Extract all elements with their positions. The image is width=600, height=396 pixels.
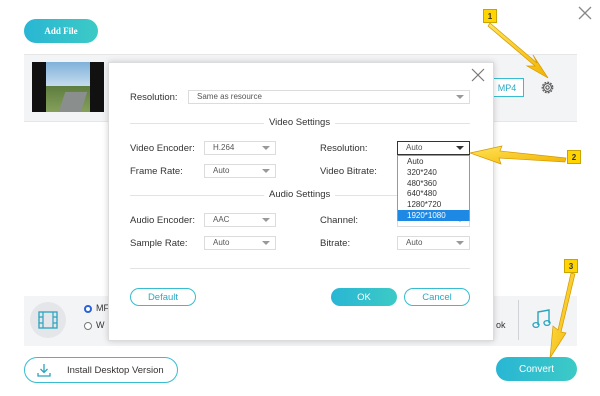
music-icon	[532, 309, 551, 329]
video-encoder-select[interactable]: H.264	[204, 141, 276, 155]
frame-rate-select[interactable]: Auto	[204, 164, 276, 178]
video-resolution-value: Auto	[406, 143, 423, 152]
format-radio-1[interactable]	[84, 305, 92, 313]
cancel-button[interactable]: Cancel	[404, 288, 470, 306]
audio-settings-heading: Audio Settings	[264, 189, 336, 200]
ok-button[interactable]: OK	[331, 288, 397, 306]
audio-encoder-value: AAC	[213, 215, 230, 224]
resolution-select[interactable]: Same as resource	[188, 90, 470, 104]
channel-label: Channel:	[320, 215, 359, 226]
resolution-label: Resolution:	[130, 92, 178, 103]
step-badge-3: 3	[564, 259, 578, 273]
install-label: Install Desktop Version	[67, 365, 164, 376]
resolution-option[interactable]: 1280*720	[398, 199, 469, 210]
video-thumbnail	[32, 62, 104, 112]
resolution-option[interactable]: 640*480	[398, 188, 469, 199]
video-resolution-label: Resolution:	[320, 143, 368, 154]
divider	[130, 268, 470, 269]
video-bitrate-label: Video Bitrate:	[320, 166, 377, 177]
video-format-icon	[30, 302, 66, 338]
default-button[interactable]: Default	[130, 288, 196, 306]
resolution-value: Same as resource	[197, 92, 262, 101]
frame-rate-value: Auto	[213, 166, 230, 175]
audio-encoder-select[interactable]: AAC	[204, 213, 276, 227]
video-resolution-select[interactable]: Auto	[397, 141, 470, 155]
video-encoder-value: H.264	[213, 143, 235, 152]
format-radio-2[interactable]	[84, 322, 92, 330]
resolution-option-selected[interactable]: 1920*1080	[398, 209, 469, 221]
step-badge-2: 2	[567, 150, 581, 164]
divider	[518, 300, 519, 340]
install-desktop-button[interactable]: Install Desktop Version	[24, 357, 178, 383]
audio-encoder-label: Audio Encoder:	[130, 215, 195, 226]
resolution-dropdown: Auto 320*240 480*360 640*480 1280*720 19…	[397, 155, 470, 221]
step-badge-1: 1	[483, 9, 497, 23]
frame-rate-label: Frame Rate:	[130, 166, 183, 177]
video-encoder-label: Video Encoder:	[130, 143, 195, 154]
dialog-close-icon[interactable]	[471, 68, 485, 82]
close-icon[interactable]	[576, 4, 594, 22]
bitrate-value: Auto	[406, 238, 423, 247]
sample-rate-value: Auto	[213, 238, 230, 247]
download-icon	[37, 364, 51, 377]
format-option-3: ok	[496, 320, 506, 330]
output-format-button[interactable]: MP4	[490, 78, 524, 97]
bitrate-label: Bitrate:	[320, 238, 351, 249]
gear-icon[interactable]	[539, 79, 556, 96]
format-option-2: W	[96, 320, 105, 330]
sample-rate-label: Sample Rate:	[130, 238, 188, 249]
resolution-option[interactable]: 320*240	[398, 167, 469, 178]
sample-rate-select[interactable]: Auto	[204, 236, 276, 250]
resolution-option[interactable]: 480*360	[398, 178, 469, 189]
add-file-button[interactable]: Add File	[24, 19, 98, 43]
bitrate-select[interactable]: Auto	[397, 236, 470, 250]
resolution-option[interactable]: Auto	[398, 156, 469, 167]
convert-button[interactable]: Convert	[496, 357, 577, 381]
video-settings-heading: Video Settings	[264, 117, 336, 128]
